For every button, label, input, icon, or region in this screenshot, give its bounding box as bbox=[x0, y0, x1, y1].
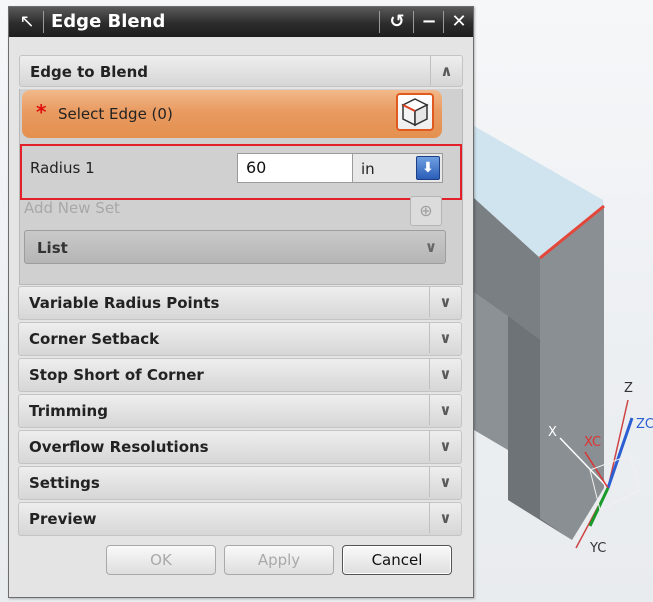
chevron-down-icon[interactable]: ∨ bbox=[429, 359, 461, 389]
section-stop-short-of-corner[interactable]: Stop Short of Corner ∨ bbox=[18, 358, 462, 392]
section-label: Overflow Resolutions bbox=[29, 438, 209, 456]
section-label: Settings bbox=[29, 474, 100, 492]
chevron-down-icon[interactable]: ∨ bbox=[429, 503, 461, 533]
select-edge-label: Select Edge (0) bbox=[58, 105, 173, 123]
chevron-down-icon[interactable]: ∨ bbox=[429, 431, 461, 461]
add-new-set-label: Add New Set bbox=[24, 199, 120, 217]
section-label: Preview bbox=[29, 510, 97, 528]
apply-button[interactable]: Apply bbox=[224, 545, 334, 575]
list-label: List bbox=[37, 239, 68, 257]
radius-label: Radius 1 bbox=[30, 159, 95, 177]
section-label: Stop Short of Corner bbox=[29, 366, 204, 384]
select-edge-row[interactable]: * Select Edge (0) bbox=[22, 90, 442, 138]
cancel-button[interactable]: Cancel bbox=[342, 545, 452, 575]
axis-zc-label: ZC bbox=[636, 417, 653, 432]
section-corner-setback[interactable]: Corner Setback ∨ bbox=[18, 322, 462, 356]
section-preview[interactable]: Preview ∨ bbox=[18, 502, 462, 536]
titlebar-divider bbox=[379, 11, 380, 33]
radius-input[interactable]: 60 bbox=[237, 153, 353, 183]
minimize-icon[interactable]: − bbox=[417, 10, 441, 34]
chevron-down-icon[interactable]: ∨ bbox=[429, 395, 461, 425]
part-side-face bbox=[540, 206, 604, 540]
section-label: Edge to Blend bbox=[30, 63, 148, 81]
chevron-down-icon[interactable]: ∨ bbox=[425, 238, 437, 256]
chevron-up-icon[interactable]: ∧ bbox=[430, 56, 462, 86]
section-label: Corner Setback bbox=[29, 330, 160, 348]
titlebar-divider bbox=[43, 11, 44, 33]
dropdown-arrow-icon[interactable]: ⬇ bbox=[416, 156, 440, 180]
chevron-down-icon[interactable]: ∨ bbox=[429, 467, 461, 497]
dialog-titlebar[interactable]: ↖ Edge Blend ↺ − ✕ bbox=[9, 7, 473, 37]
axis-x-label: X bbox=[548, 425, 557, 440]
section-label: Variable Radius Points bbox=[29, 294, 220, 312]
section-edge-to-blend[interactable]: Edge to Blend ∧ bbox=[19, 55, 463, 87]
add-new-set-button[interactable]: ⊕ bbox=[410, 196, 442, 226]
titlebar-divider bbox=[443, 11, 444, 33]
axis-z-label: Z bbox=[624, 381, 633, 396]
select-arrow-icon[interactable]: ↖ bbox=[15, 11, 39, 33]
axis-yc-label: YC bbox=[589, 541, 606, 556]
unit-value: in bbox=[361, 160, 375, 178]
required-mark: * bbox=[36, 100, 47, 124]
section-label: Trimming bbox=[29, 402, 108, 420]
dialog-title: Edge Blend bbox=[51, 11, 166, 32]
section-overflow-resolutions[interactable]: Overflow Resolutions ∨ bbox=[18, 430, 462, 464]
chevron-down-icon[interactable]: ∨ bbox=[429, 323, 461, 353]
part-lower-face bbox=[474, 292, 508, 450]
section-settings[interactable]: Settings ∨ bbox=[18, 466, 462, 500]
axis-xc-label: XC bbox=[584, 435, 601, 450]
ok-button[interactable]: OK bbox=[106, 545, 216, 575]
unit-select[interactable]: in ⬇ bbox=[353, 153, 443, 183]
reset-icon[interactable]: ↺ bbox=[385, 10, 409, 34]
titlebar-divider bbox=[413, 11, 414, 33]
close-icon[interactable]: ✕ bbox=[447, 10, 471, 34]
section-variable-radius-points[interactable]: Variable Radius Points ∨ bbox=[18, 286, 462, 320]
chevron-down-icon[interactable]: ∨ bbox=[429, 287, 461, 317]
list-section[interactable]: List ∨ bbox=[24, 230, 446, 264]
section-trimming[interactable]: Trimming ∨ bbox=[18, 394, 462, 428]
cube-selection-icon[interactable] bbox=[396, 93, 434, 131]
